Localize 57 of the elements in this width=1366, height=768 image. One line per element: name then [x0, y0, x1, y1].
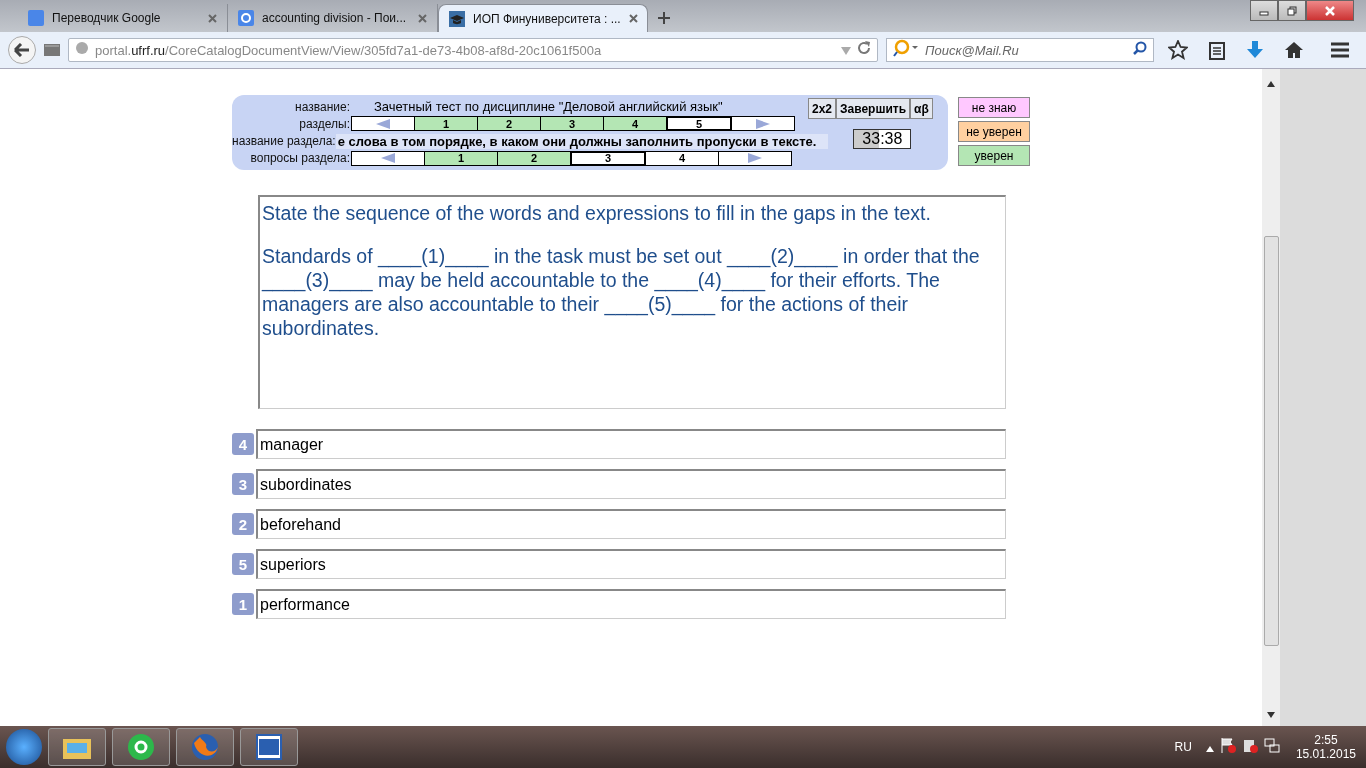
- fox-globe-icon[interactable]: [176, 728, 234, 766]
- clock-time[interactable]: 2:55: [1314, 733, 1338, 747]
- language-indicator[interactable]: RU: [1174, 740, 1192, 754]
- field-label: название:: [294, 99, 350, 114]
- folder-icon[interactable]: [48, 728, 106, 766]
- document-icon[interactable]: [240, 728, 298, 766]
- section-tab[interactable]: 5: [666, 116, 732, 132]
- question-text: Standards of ____(1)____ in the task must be set out ____(2)____ in order that the ____(3)____ may be held accountable to the ____(4)____ for their efforts. The managers are also accountable to their ____(5)____ for the actions of their subordinates.: [262, 244, 981, 340]
- section-tab[interactable]: 3: [540, 116, 604, 132]
- answer-item[interactable]: manager: [256, 429, 1006, 459]
- answer-item[interactable]: subordinates: [256, 469, 1006, 499]
- answer-number: 5: [232, 553, 254, 575]
- close-icon[interactable]: [628, 14, 638, 23]
- answer-item[interactable]: performance: [256, 589, 1006, 619]
- section-tab[interactable]: 4: [603, 116, 667, 132]
- question-tab[interactable]: 3: [570, 150, 646, 166]
- answer-number: 1: [232, 593, 254, 615]
- field-label: название раздела:: [232, 134, 336, 149]
- section-name: е слова в том порядке, в каком они должны заполнить пропуски в тексте.: [335, 133, 829, 149]
- answer-number: 3: [232, 473, 254, 495]
- confidence-button[interactable]: не уверен: [958, 121, 1030, 142]
- clock-date[interactable]: 15.01.2015: [1295, 747, 1356, 761]
- answer-item[interactable]: beforehand: [256, 509, 1006, 539]
- graduation-cap-icon: [449, 10, 465, 27]
- back-icon[interactable]: [8, 36, 36, 64]
- new-tab-icon[interactable]: [658, 12, 670, 24]
- section-tab[interactable]: 2: [477, 116, 541, 132]
- test-button[interactable]: 2x2: [808, 98, 837, 119]
- close-icon[interactable]: [418, 13, 427, 23]
- question-tab[interactable]: 4: [645, 150, 719, 166]
- minimize-icon[interactable]: [1250, 0, 1278, 21]
- section-tab[interactable]: 1: [414, 116, 478, 132]
- field-label: вопросы раздела:: [249, 151, 350, 166]
- answer-number: 2: [232, 513, 254, 535]
- address-field[interactable]: portal.ufrf.ru/CoreCatalogDocumentView/View/305fd7a1-de73-4b08-af8d-20c1061f500a: [68, 38, 878, 62]
- question-tab[interactable]: 1: [424, 150, 498, 166]
- browser-tab[interactable]: ИОП Финуниверситета : ...: [438, 4, 648, 32]
- test-title: Зачетный тест по дисциплине "Деловой английский язык": [373, 99, 723, 115]
- close-icon[interactable]: [1306, 0, 1354, 21]
- start-button[interactable]: [6, 729, 42, 765]
- at-sign-icon[interactable]: [112, 728, 170, 766]
- scroll-thumb[interactable]: [1263, 236, 1279, 646]
- search-field[interactable]: Поиск@Mail.Ru: [886, 38, 1154, 62]
- timer: 33:38: [853, 129, 912, 149]
- test-button[interactable]: Завершить: [836, 98, 911, 119]
- question-tab[interactable]: 2: [497, 150, 571, 166]
- question-instruction: State the sequence of the words and expressions to fill in the gaps in the text.: [262, 201, 932, 225]
- test-button[interactable]: αβ: [910, 98, 933, 119]
- close-icon[interactable]: [208, 13, 217, 23]
- confidence-button[interactable]: не знаю: [958, 97, 1030, 118]
- confidence-button[interactable]: уверен: [958, 145, 1030, 166]
- g-letter-icon: [238, 10, 254, 26]
- answer-item[interactable]: superiors: [256, 549, 1006, 579]
- restore-icon[interactable]: [1278, 0, 1306, 21]
- answer-number: 4: [232, 433, 254, 455]
- field-label: разделы:: [298, 116, 350, 131]
- scrollbar[interactable]: [1262, 69, 1280, 726]
